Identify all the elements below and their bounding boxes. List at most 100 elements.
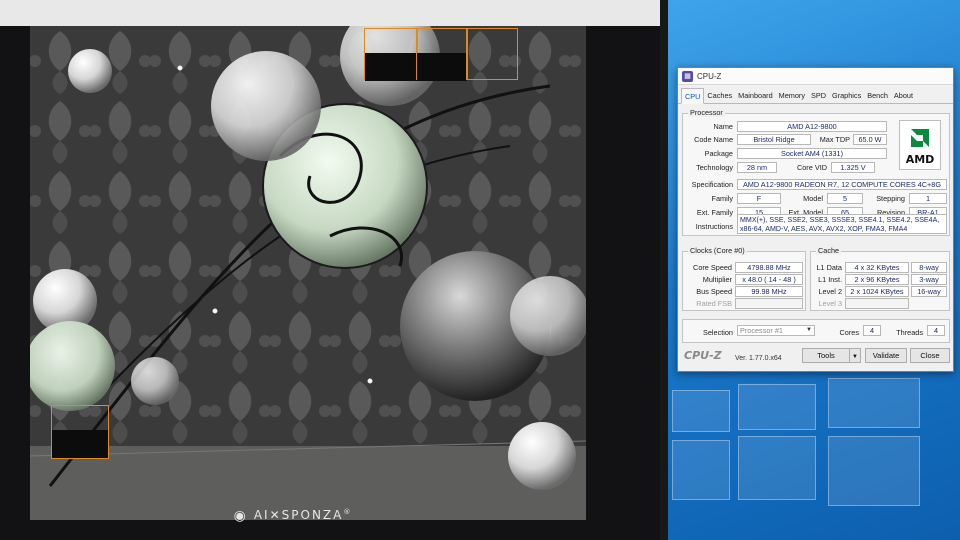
- busspeed-value: 99.98 MHz: [735, 286, 803, 297]
- codename-label: Code Name: [694, 135, 733, 144]
- family-label: Family: [711, 194, 734, 203]
- footer: CPU-Z Ver. 1.77.0.x64 Tools ▼ Validate C…: [678, 344, 953, 372]
- wallpaper-pane: [828, 378, 920, 428]
- l1data-label: L1 Data: [816, 263, 842, 272]
- level3-label: Level 3: [818, 299, 842, 308]
- corespeed-label: Core Speed: [693, 263, 732, 272]
- level3-value: [845, 298, 909, 309]
- package-value: Socket AM4 (1331): [737, 148, 887, 159]
- corespeed-value: 4798.88 MHz: [735, 262, 803, 273]
- selection-row: Selection Processor #1 ▼ Cores 4 Threads…: [682, 319, 950, 343]
- render-bucket: [364, 28, 418, 81]
- clocks-group: Clocks (Core #0) Core Speed 4798.88 MHz …: [682, 246, 806, 311]
- maxtdp-label: Max TDP: [819, 135, 850, 144]
- watermark-text: AI✕SPONZA: [253, 508, 344, 522]
- corevid-value: 1.325 V: [831, 162, 875, 173]
- threads-label: Threads: [896, 328, 923, 337]
- package-label: Package: [704, 149, 733, 158]
- cpuz-brand: CPU-Z: [684, 349, 722, 362]
- render-bucket: [466, 28, 518, 80]
- render-image: [30, 26, 586, 520]
- tools-button-label: Tools: [817, 351, 835, 360]
- window-title: CPU-Z: [697, 71, 722, 81]
- tab-about[interactable]: About: [891, 88, 916, 103]
- tools-button[interactable]: Tools: [802, 348, 850, 363]
- l1data-value: 4 x 32 KBytes: [845, 262, 909, 273]
- maxtdp-value: 65.0 W: [853, 134, 887, 145]
- cores-value: 4: [863, 325, 881, 336]
- chevron-down-icon: ▼: [806, 327, 812, 333]
- name-label: Name: [713, 122, 733, 131]
- tab-memory[interactable]: Memory: [776, 88, 808, 103]
- registered-mark: ®: [343, 508, 353, 516]
- clocks-group-title: Clocks (Core #0): [688, 246, 747, 255]
- wallpaper-pane: [672, 440, 730, 500]
- title-bar[interactable]: ▦ CPU-Z: [678, 68, 953, 85]
- tab-bar: CPU Caches Mainboard Memory SPD Graphics…: [678, 85, 953, 104]
- l1inst-value: 2 x 96 KBytes: [845, 274, 909, 285]
- amd-logo-text: AMD: [905, 153, 935, 166]
- name-value: AMD A12-9800: [737, 121, 887, 132]
- threads-value: 4: [927, 325, 945, 336]
- tools-dropdown-button[interactable]: ▼: [849, 348, 861, 363]
- multiplier-value: x 48.0 ( 14 - 48 ): [735, 274, 803, 285]
- wallpaper-pane: [672, 390, 730, 432]
- technology-value: 28 nm: [737, 162, 777, 173]
- level2-way: 16-way: [911, 286, 947, 297]
- cpuz-window[interactable]: ▦ CPU-Z CPU Caches Mainboard Memory SPD …: [677, 67, 954, 372]
- tab-spd[interactable]: SPD: [808, 88, 829, 103]
- monitor-bezel: [660, 0, 668, 540]
- technology-label: Technology: [696, 163, 733, 172]
- processor-select[interactable]: Processor #1 ▼: [737, 325, 815, 336]
- tab-graphics[interactable]: Graphics: [829, 88, 864, 103]
- close-button[interactable]: Close: [910, 348, 950, 363]
- rendered-scene: [30, 26, 586, 520]
- tab-mainboard[interactable]: Mainboard: [735, 88, 775, 103]
- spec-value: AMD A12-9800 RADEON R7, 12 COMPUTE CORES…: [737, 179, 947, 190]
- corevid-label: Core VID: [796, 163, 827, 172]
- aixsponza-logo-icon: ◉: [233, 508, 248, 524]
- wallpaper-pane: [738, 436, 816, 500]
- level2-value: 2 x 1024 KBytes: [845, 286, 909, 297]
- level2-label: Level 2: [818, 287, 842, 296]
- tab-bench[interactable]: Bench: [864, 88, 891, 103]
- model-value: 5: [827, 193, 863, 204]
- wallpaper-pane: [738, 384, 816, 430]
- stepping-value: 1: [909, 193, 947, 204]
- cores-label: Cores: [839, 328, 859, 337]
- tab-caches[interactable]: Caches: [704, 88, 735, 103]
- l1inst-way: 3-way: [911, 274, 947, 285]
- render-bucket: [416, 28, 468, 81]
- ratedfsb-label: Rated FSB: [696, 299, 732, 308]
- cpuz-app-icon: ▦: [682, 70, 693, 82]
- l1data-way: 8-way: [911, 262, 947, 273]
- stepping-label: Stepping: [876, 194, 905, 203]
- codename-value: Bristol Ridge: [737, 134, 811, 145]
- amd-logo: AMD: [899, 120, 941, 170]
- instructions-label: Instructions: [695, 222, 733, 231]
- model-label: Model: [803, 194, 823, 203]
- render-viewport: ◉ AI✕SPONZA®: [0, 0, 668, 540]
- ratedfsb-value: [735, 298, 803, 309]
- cache-group: Cache L1 Data 4 x 32 KBytes 8-way L1 Ins…: [810, 246, 950, 311]
- l1inst-label: L1 Inst.: [818, 275, 842, 284]
- tab-cpu[interactable]: CPU: [681, 88, 705, 104]
- extfamily-label: Ext. Family: [696, 208, 733, 217]
- cache-group-title: Cache: [816, 246, 842, 255]
- watermark: ◉ AI✕SPONZA®: [0, 508, 586, 524]
- processor-group: Processor Name AMD A12-9800 Code Name Br…: [682, 108, 950, 236]
- version-text: Ver. 1.77.0.x64: [735, 355, 782, 362]
- family-value: F: [737, 193, 781, 204]
- spec-label: Specification: [691, 180, 733, 189]
- render-bucket: [51, 405, 109, 459]
- close-button-label: Close: [920, 351, 940, 360]
- render-window-topbar: [0, 0, 668, 26]
- wallpaper-pane: [828, 436, 920, 506]
- validate-button[interactable]: Validate: [865, 348, 907, 363]
- instructions-value: MMX(+), SSE, SSE2, SSE3, SSSE3, SSE4.1, …: [737, 214, 947, 234]
- multiplier-label: Multiplier: [702, 275, 732, 284]
- processor-group-title: Processor: [688, 108, 725, 117]
- selection-label: Selection: [702, 328, 733, 337]
- chevron-down-icon: ▼: [852, 354, 858, 360]
- processor-select-value: Processor #1: [740, 326, 783, 335]
